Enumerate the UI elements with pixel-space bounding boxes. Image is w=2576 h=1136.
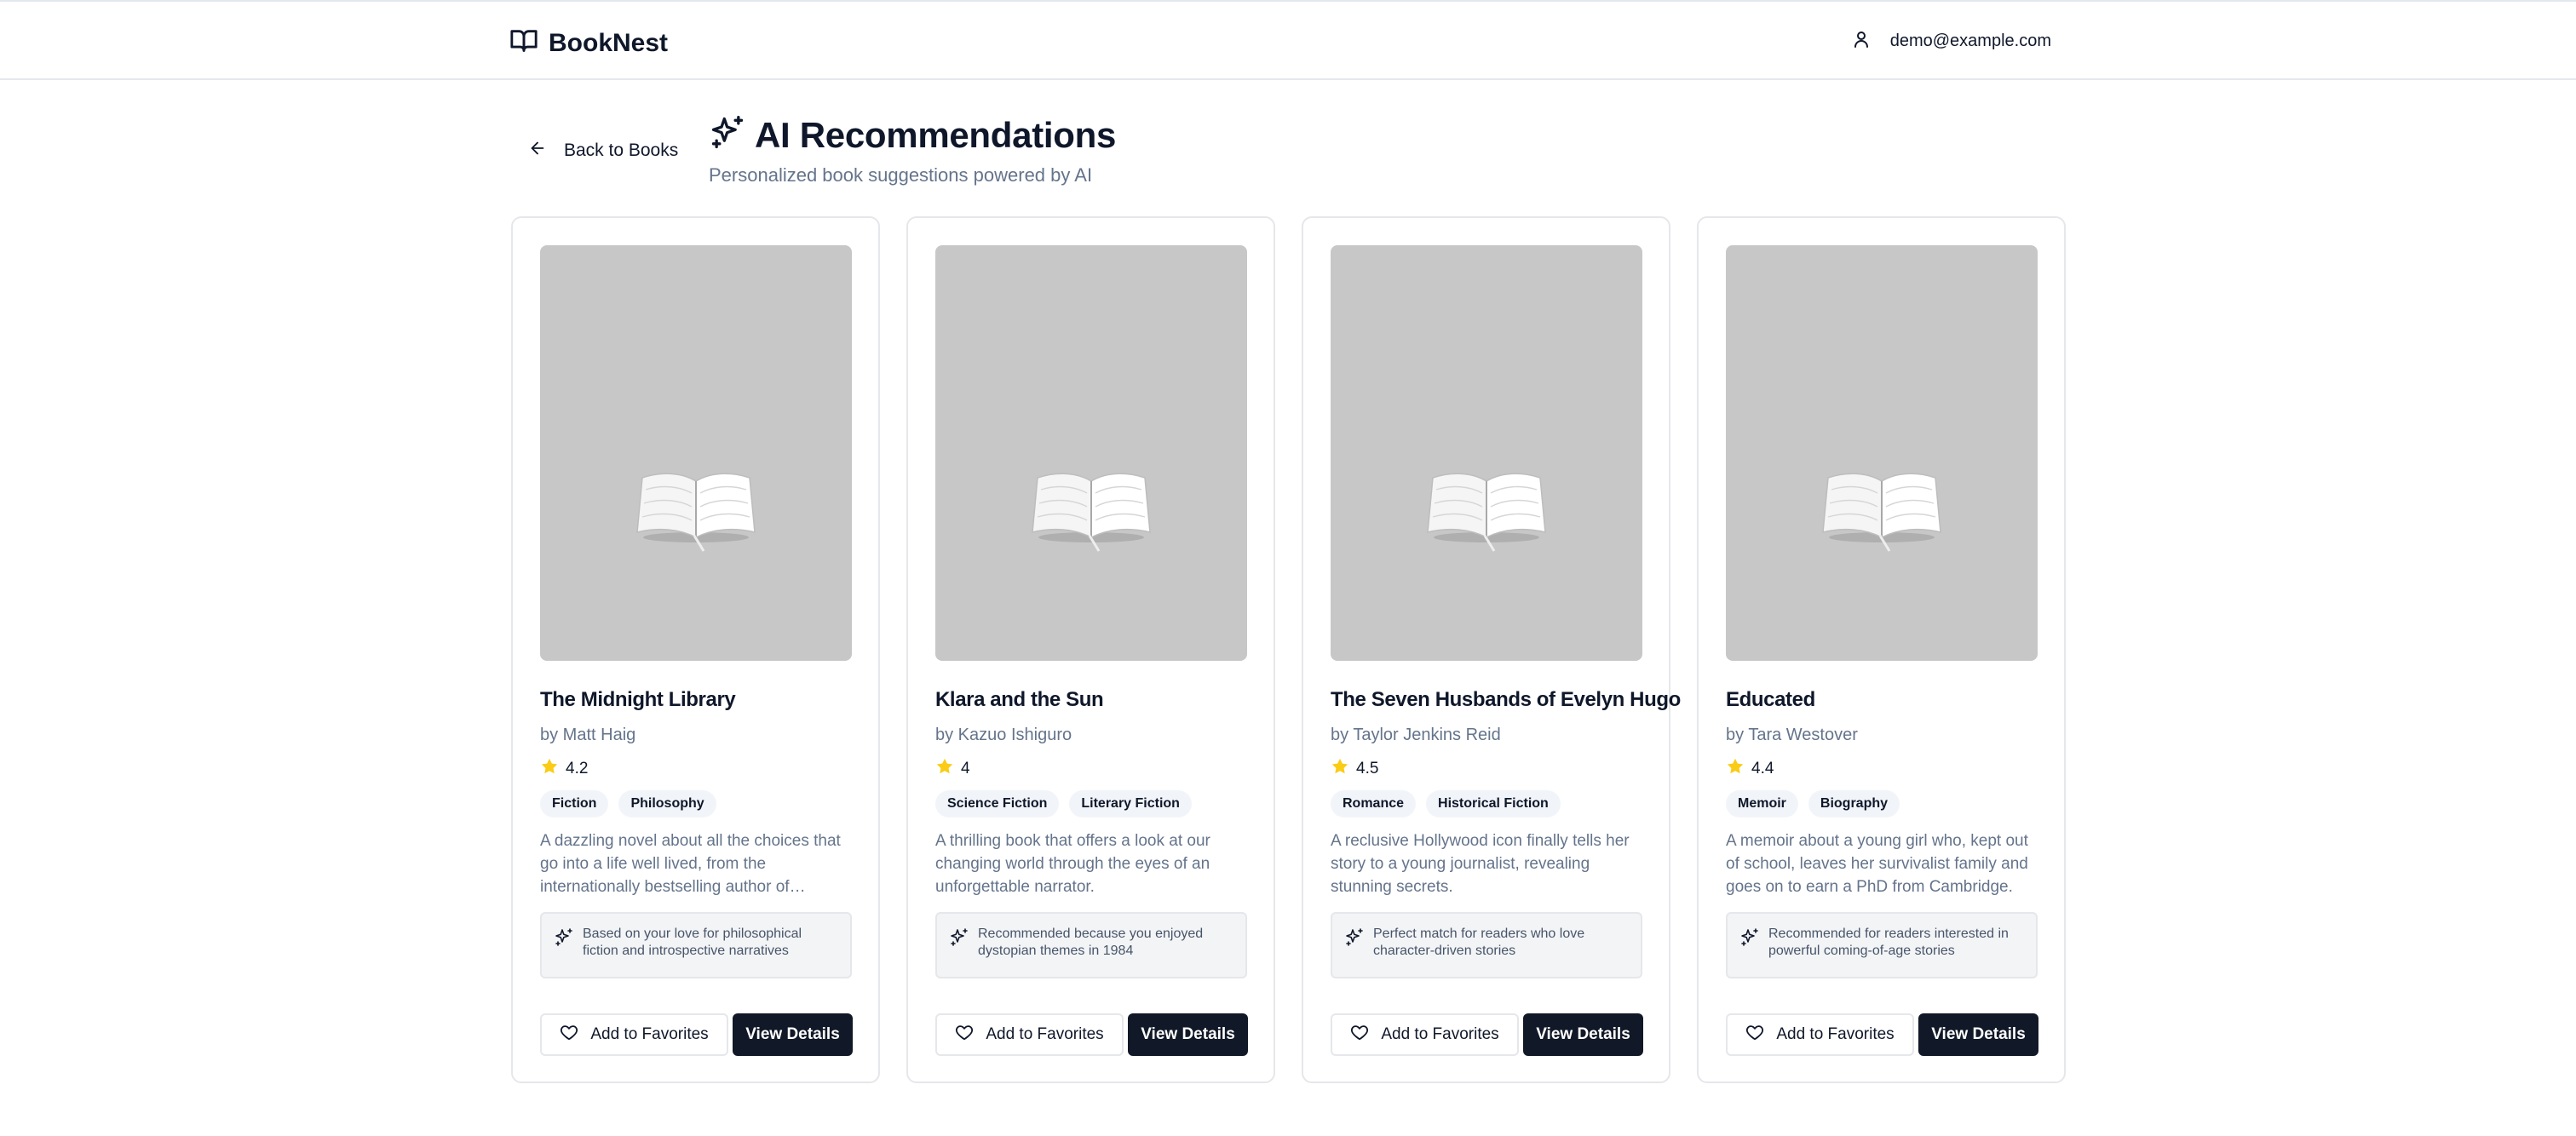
book-author: by Tara Westover	[1726, 726, 1858, 744]
rating-value: 4.2	[566, 759, 589, 777]
book-rating: 4	[935, 757, 970, 780]
ai-reason-box: Based on your love for philosophical fic…	[540, 912, 852, 978]
heart-icon	[1745, 1023, 1764, 1047]
genre-tag: Science Fiction	[935, 790, 1060, 818]
sparkles-icon	[709, 114, 746, 156]
book-author: by Taylor Jenkins Reid	[1331, 726, 1501, 744]
book-rating: 4.2	[540, 757, 588, 780]
book-card: The Seven Husbands of Evelyn Hugo by Tayl…	[1302, 216, 1681, 1083]
view-details-button[interactable]: View Details	[1918, 1013, 2038, 1056]
book-cover-image[interactable]	[1331, 245, 1642, 661]
view-details-label: View Details	[1931, 1025, 2026, 1043]
book-title[interactable]: The Seven Husbands of Evelyn Hugo	[1331, 688, 1681, 712]
view-details-button[interactable]: View Details	[1128, 1013, 1248, 1056]
open-book-illustration-icon	[632, 345, 760, 562]
book-description: A memoir about a young girl who, kept ou…	[1726, 832, 2028, 896]
sparkles-icon	[1344, 926, 1365, 977]
top-nav-bar: BookNest demo@example.com	[0, 0, 2576, 80]
star-icon	[540, 757, 559, 780]
book-cover-image[interactable]	[540, 245, 852, 661]
book-cover-image[interactable]	[1726, 245, 2038, 661]
star-icon	[1726, 757, 1745, 780]
genre-tag: Romance	[1331, 790, 1417, 818]
view-details-button[interactable]: View Details	[1523, 1013, 1643, 1056]
genre-tags: Romance Historical Fiction	[1331, 790, 1561, 818]
sparkles-icon	[1739, 926, 1760, 977]
book-author: by Matt Haig	[540, 726, 636, 744]
brand-logo[interactable]: BookNest	[509, 26, 668, 60]
book-title[interactable]: Klara and the Sun	[935, 688, 1104, 712]
open-book-illustration-icon	[1423, 345, 1550, 562]
arrow-left-icon	[528, 139, 547, 162]
ai-reason-text: Based on your love for philosophical fic…	[583, 927, 802, 958]
genre-tag: Fiction	[540, 790, 609, 818]
book-rating: 4.5	[1331, 757, 1378, 780]
book-cover-image[interactable]	[935, 245, 1247, 661]
book-title[interactable]: Educated	[1726, 688, 1815, 712]
heart-icon	[955, 1023, 974, 1047]
book-card: Educated by Tara Westover 4.4 Memoir Biograp…	[1697, 216, 2066, 1083]
star-icon	[1331, 757, 1349, 780]
rating-value: 4.4	[1751, 759, 1774, 777]
ai-reason-box: Recommended for readers interested in po…	[1726, 912, 2038, 978]
sparkles-icon	[949, 926, 969, 977]
page-title: AI Recommendations	[755, 114, 1117, 155]
view-details-label: View Details	[745, 1025, 840, 1043]
add-to-favorites-button[interactable]: Add to Favorites	[540, 1013, 728, 1056]
book-card: The Midnight Library by Matt Haig 4.2 Ficti…	[511, 216, 880, 1083]
add-to-favorites-button[interactable]: Add to Favorites	[935, 1013, 1124, 1056]
book-description: A thrilling book that offers a look at o…	[935, 832, 1210, 896]
back-to-books-button[interactable]: Back to Books	[528, 139, 678, 162]
open-book-illustration-icon	[1027, 345, 1155, 562]
rating-value: 4.5	[1356, 759, 1379, 777]
open-book-icon	[509, 26, 538, 60]
user-icon	[1851, 29, 1872, 54]
book-rating: 4.4	[1726, 757, 1774, 780]
genre-tag: Philosophy	[618, 790, 716, 818]
ai-reason-box: Recommended because you enjoyed dystopia…	[935, 912, 1247, 978]
book-author: by Kazuo Ishiguro	[935, 726, 1072, 744]
heart-icon	[1350, 1023, 1369, 1047]
book-description: A reclusive Hollywood icon finally tells…	[1331, 832, 1630, 896]
genre-tag: Memoir	[1726, 790, 1798, 818]
user-email: demo@example.com	[1889, 32, 2051, 50]
genre-tags: Fiction Philosophy	[540, 790, 716, 818]
view-details-label: View Details	[1536, 1025, 1630, 1043]
back-button-label: Back to Books	[564, 140, 679, 160]
genre-tag: Historical Fiction	[1426, 790, 1561, 818]
book-title[interactable]: The Midnight Library	[540, 688, 736, 712]
ai-reason-text: Perfect match for readers who love chara…	[1373, 927, 1585, 958]
user-menu[interactable]: demo@example.com	[1851, 29, 2051, 54]
view-details-label: View Details	[1141, 1025, 1235, 1043]
book-description: A dazzling novel about all the choices t…	[540, 832, 841, 896]
favorites-button-label: Add to Favorites	[590, 1025, 709, 1043]
favorites-button-label: Add to Favorites	[986, 1025, 1104, 1043]
add-to-favorites-button[interactable]: Add to Favorites	[1726, 1013, 1914, 1056]
view-details-button[interactable]: View Details	[733, 1013, 853, 1056]
heart-icon	[560, 1023, 578, 1047]
book-card: Klara and the Sun by Kazuo Ishiguro 4 Scien…	[906, 216, 1275, 1083]
ai-reason-text: Recommended for readers interested in po…	[1768, 927, 2009, 958]
star-icon	[935, 757, 954, 780]
open-book-illustration-icon	[1818, 345, 1946, 562]
brand-name: BookNest	[549, 28, 669, 57]
add-to-favorites-button[interactable]: Add to Favorites	[1331, 1013, 1519, 1056]
favorites-button-label: Add to Favorites	[1381, 1025, 1499, 1043]
page-header: AI Recommendations Personalized book sug…	[709, 114, 1116, 186]
genre-tag: Literary Fiction	[1069, 790, 1192, 818]
sparkles-icon	[554, 926, 574, 977]
rating-value: 4	[961, 759, 970, 777]
ai-reason-text: Recommended because you enjoyed dystopia…	[978, 927, 1204, 958]
genre-tags: Memoir Biography	[1726, 790, 1900, 818]
genre-tags: Science Fiction Literary Fiction	[935, 790, 1192, 818]
ai-reason-box: Perfect match for readers who love chara…	[1331, 912, 1642, 978]
page-subtitle: Personalized book suggestions powered by…	[709, 164, 1093, 186]
genre-tag: Biography	[1808, 790, 1900, 818]
favorites-button-label: Add to Favorites	[1776, 1025, 1895, 1043]
